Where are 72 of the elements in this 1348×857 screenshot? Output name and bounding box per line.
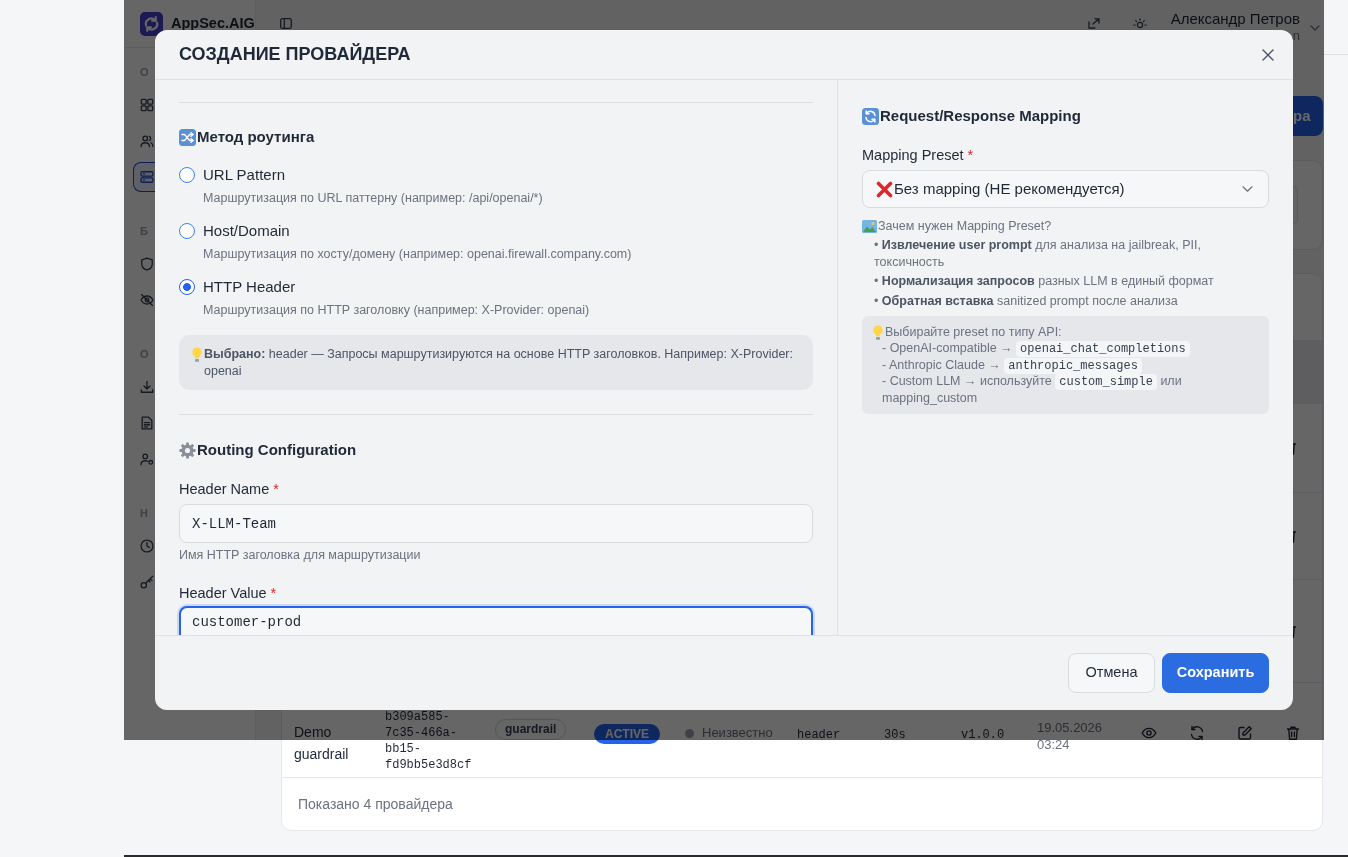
selection-note: Выбрано: header — Запросы маршрутизируются на основе HTTP заголовков. Например: X-Provider: openai — [204, 345, 794, 380]
option-label[interactable]: Host/Domain — [203, 219, 290, 243]
key-icon[interactable] — [140, 575, 154, 589]
option-description: Маршрутизация по HTTP заголовку (например: X-Provider: openai) — [202, 302, 591, 319]
eye-off-icon[interactable] — [140, 293, 154, 307]
option-description: Маршрутизация по URL паттерну (например: /api/openai/*) — [202, 190, 544, 207]
field-label: Mapping Preset — [862, 146, 964, 165]
field-help: Имя HTTP заголовка для маршрутизации — [179, 547, 422, 563]
required-mark: * — [967, 146, 974, 165]
bullet-text: • Нормализация запросов разных LLM в единый формат — [873, 273, 1215, 290]
radio-button[interactable] — [179, 223, 195, 239]
provider-id: b309a585-7c35-466a-bb15-fd9bb5e3d8cf — [385, 709, 473, 774]
edit-icon[interactable] — [1237, 725, 1253, 742]
hint-line: - Anthropic Claude → anthropic_messages — [872, 356, 1259, 374]
expand-icon[interactable] — [1087, 18, 1100, 29]
cancel-button[interactable]: Отмена — [1068, 653, 1155, 693]
option-label[interactable]: HTTP Header — [203, 275, 296, 299]
required-mark: * — [273, 480, 279, 499]
option-description: Маршрутизация по хосту/домену (например: openai.firewall.company.com) — [202, 246, 633, 263]
hint-line: - OpenAI-compatible → openai_chat_completions — [872, 340, 1259, 357]
brand-name: AppSec.AIG — [171, 13, 255, 33]
timeout-value: 30s — [884, 728, 906, 743]
panel-toggle-icon[interactable] — [280, 18, 292, 29]
document-icon[interactable] — [140, 416, 154, 430]
radio-button[interactable] — [179, 279, 195, 295]
field-label: Header Name — [179, 480, 270, 499]
hint-title: Выбирайте preset по типу API: — [885, 323, 1062, 341]
chevron-down-icon[interactable] — [1310, 25, 1320, 31]
dropdown-field[interactable]: Без mapping (НЕ рекомендуется) — [862, 170, 1269, 208]
updated-date: 19.05.2026 03:24 — [1037, 719, 1104, 754]
required-mark: * — [270, 584, 277, 603]
sun-icon[interactable] — [1132, 18, 1147, 29]
footer-text: Показано 4 провайдера — [298, 794, 453, 814]
cross-icon — [876, 180, 893, 198]
user-gear-icon[interactable] — [140, 452, 154, 466]
bullet-text: • Обратная вставка sanitized prompt после анализа — [873, 292, 1179, 309]
selected-nav-item[interactable] — [133, 162, 157, 192]
user-name: Александр Петров — [1170, 10, 1300, 28]
radio-button[interactable] — [179, 167, 195, 183]
provider-name: Demo guardrail — [294, 723, 350, 765]
section-heading: Routing Configuration — [197, 440, 357, 460]
lightbulb-icon — [191, 346, 203, 362]
help-title: Зачем нужен Mapping Preset? — [878, 217, 1052, 235]
users-icon[interactable] — [140, 134, 154, 148]
gear-icon — [179, 441, 196, 459]
chevron-down-icon — [1242, 186, 1253, 192]
clock-icon[interactable] — [140, 539, 154, 553]
refresh-icon[interactable] — [1189, 725, 1205, 742]
status-dot-icon — [685, 728, 694, 738]
save-button[interactable]: Сохранить — [1162, 653, 1269, 693]
text-field[interactable]: X-LLM-Team — [179, 504, 813, 543]
shield-icon[interactable] — [140, 257, 154, 271]
dialog-title: СОЗДАНИЕ ПРОВАЙДЕРА — [179, 43, 411, 66]
text-field[interactable]: customer-prod — [179, 606, 813, 635]
section-heading: Request/Response Mapping — [880, 106, 1081, 126]
section-heading: Метод роутинга — [197, 127, 315, 147]
health-status: Неизвестно — [702, 724, 773, 743]
version-value: v1.0.0 — [961, 728, 1005, 743]
hint-line: - Custom LLM → используйте custom_simple или mapping_custom — [881, 373, 1183, 407]
refresh-icon — [862, 107, 879, 125]
shuffle-icon — [179, 128, 196, 146]
trash-icon[interactable] — [1285, 725, 1301, 742]
routing-method: header — [797, 728, 841, 743]
lightbulb-icon — [872, 324, 884, 340]
status-badge: ACTIVE — [594, 724, 660, 745]
field-label: Header Value — [179, 584, 267, 603]
grid-icon[interactable] — [140, 98, 154, 112]
landscape-icon — [862, 219, 877, 233]
download-icon[interactable] — [140, 380, 154, 394]
close-icon — [1262, 48, 1274, 61]
option-label[interactable]: URL Pattern — [203, 163, 285, 187]
logo-icon — [140, 11, 163, 36]
